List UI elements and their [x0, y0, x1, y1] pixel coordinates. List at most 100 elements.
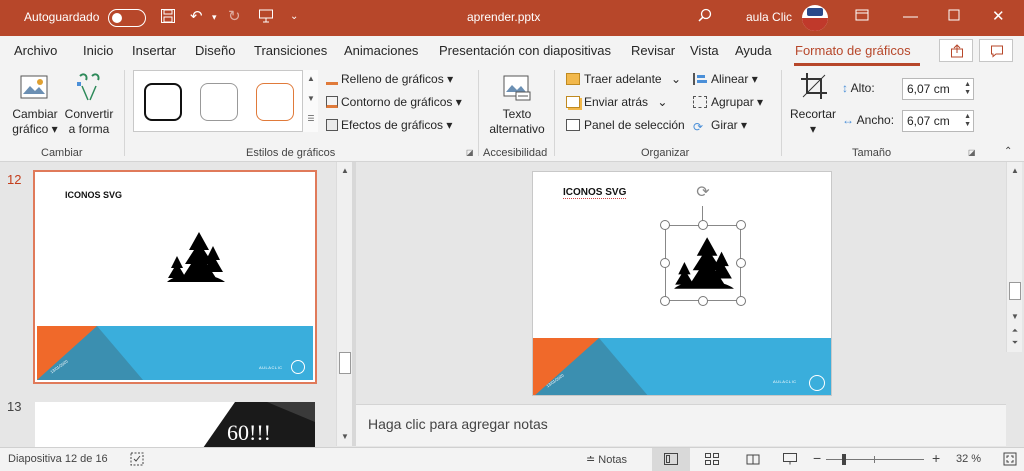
zoom-slider-thumb[interactable]	[842, 454, 846, 465]
undo-dropdown-icon[interactable]: ▾	[212, 8, 217, 26]
graphics-outline-button[interactable]: Contorno de gráficos ▾	[326, 95, 462, 110]
width-input[interactable]: 6,07 cm ▲ ▼	[902, 110, 974, 132]
styles-dialog-launcher-icon[interactable]: ◪	[466, 148, 474, 157]
style-option-black[interactable]	[144, 83, 182, 121]
rotate-handle-icon[interactable]: ⟳	[694, 184, 712, 202]
crop-button[interactable]: Recortar ▾	[789, 107, 837, 137]
present-icon[interactable]	[258, 8, 274, 29]
align-button[interactable]: Alinear ▾	[693, 72, 758, 87]
convert-to-shape-icon	[74, 70, 104, 105]
tab-formato-graficos[interactable]: Formato de gráficos	[795, 43, 911, 58]
style-option-gray[interactable]	[200, 83, 238, 121]
undo-icon[interactable]: ↶	[190, 8, 203, 26]
editor-scrollbar[interactable]: ▲ ▼ ⏶ ⏷	[1006, 162, 1022, 352]
gallery-more-icon[interactable]: ☰	[306, 114, 316, 124]
selected-graphic[interactable]	[665, 225, 741, 301]
height-input[interactable]: 6,07 cm ▲ ▼	[902, 78, 974, 100]
thumbnail-slide-13[interactable]: 60!!!	[35, 402, 315, 448]
resize-handle[interactable]	[660, 220, 670, 230]
zoom-slider[interactable]	[826, 459, 924, 460]
resize-handle[interactable]	[660, 296, 670, 306]
minimize-icon[interactable]: —	[903, 8, 918, 26]
resize-handle[interactable]	[698, 296, 708, 306]
previous-slide-icon[interactable]: ⏶	[1010, 326, 1020, 336]
editor-scroll-thumb[interactable]	[1009, 282, 1021, 300]
group-button[interactable]: Agrupar ▾	[693, 95, 763, 110]
gallery-up-icon[interactable]: ▲	[306, 74, 316, 84]
resize-handle[interactable]	[736, 220, 746, 230]
tab-transiciones[interactable]: Transiciones	[254, 43, 327, 58]
thumbnails-scrollbar[interactable]: ▲ ▼	[336, 162, 352, 446]
graphics-fill-button[interactable]: Relleno de gráficos ▾	[326, 72, 453, 87]
tab-presentacion[interactable]: Presentación con diapositivas	[439, 43, 611, 58]
convert-to-shape-button[interactable]: Convertir a forma	[64, 107, 114, 137]
change-graphic-button[interactable]: Cambiar gráfico ▾	[12, 107, 58, 137]
maximize-icon[interactable]	[948, 8, 960, 26]
scroll-down-icon[interactable]: ▼	[1010, 312, 1020, 322]
group-label-accesibilidad: Accesibilidad	[483, 147, 548, 159]
notes-placeholder[interactable]: Haga clic para agregar notas	[368, 416, 548, 432]
width-label-row: ↔ Ancho:	[842, 113, 894, 128]
zoom-out-button[interactable]: −	[813, 450, 821, 466]
height-spinner-icon[interactable]: ▲ ▼	[964, 81, 971, 97]
scroll-down-icon[interactable]: ▼	[340, 432, 350, 442]
thumbnail-number: 13	[7, 399, 22, 414]
gallery-down-icon[interactable]: ▼	[306, 94, 316, 104]
tab-animaciones[interactable]: Animaciones	[344, 43, 418, 58]
accessibility-check-icon[interactable]	[130, 452, 144, 469]
autosave-toggle[interactable]	[108, 9, 146, 27]
thumbnails-scroll-thumb[interactable]	[339, 352, 351, 374]
share-button[interactable]	[939, 39, 973, 62]
scroll-up-icon[interactable]: ▲	[340, 166, 350, 176]
scroll-up-icon[interactable]: ▲	[1010, 166, 1020, 176]
style-option-orange[interactable]	[256, 83, 294, 121]
alt-text-button[interactable]: Texto alternativo	[486, 107, 548, 137]
close-icon[interactable]: ✕	[992, 8, 1005, 26]
customize-toolbar-icon[interactable]: ⌄	[290, 8, 298, 26]
zoom-level[interactable]: 32 %	[956, 453, 981, 465]
search-icon[interactable]	[698, 8, 712, 27]
collapse-ribbon-icon[interactable]: ⌃	[1004, 146, 1012, 157]
width-spinner-icon[interactable]: ▲ ▼	[964, 113, 971, 129]
notes-pane[interactable]: Haga clic para agregar notas	[356, 404, 1006, 446]
comments-button[interactable]	[979, 39, 1013, 62]
slideshow-icon[interactable]	[783, 453, 797, 468]
tab-insertar[interactable]: Insertar	[132, 43, 176, 58]
selection-pane-button[interactable]: Panel de selección	[566, 118, 685, 133]
bring-forward-button[interactable]: Traer adelante ⌄	[566, 72, 681, 87]
resize-handle[interactable]	[698, 220, 708, 230]
tab-inicio[interactable]: Inicio	[83, 43, 113, 58]
resize-handle[interactable]	[736, 296, 746, 306]
normal-view-button[interactable]	[652, 448, 690, 471]
resize-handle[interactable]	[660, 258, 670, 268]
selection-pane-label: Panel de selección	[584, 118, 685, 132]
main-slide-title[interactable]: ICONOS SVG	[563, 187, 627, 199]
ribbon-display-options-icon[interactable]	[855, 8, 869, 27]
tab-ayuda[interactable]: Ayuda	[735, 43, 772, 58]
tab-diseno[interactable]: Diseño	[195, 43, 235, 58]
tab-vista[interactable]: Vista	[690, 43, 719, 58]
avatar[interactable]	[802, 5, 828, 31]
height-label-row: ↕ Alto:	[842, 81, 875, 96]
reading-view-icon[interactable]	[746, 453, 760, 468]
fit-to-window-icon[interactable]	[1003, 452, 1017, 469]
tab-revisar[interactable]: Revisar	[631, 43, 675, 58]
send-backward-button[interactable]: Enviar atrás ⌄	[566, 95, 667, 110]
tab-archivo[interactable]: Archivo	[14, 43, 57, 58]
thumbnail-slide-12[interactable]: ICONOS SVG 13/01/2020 AULACLIC	[33, 170, 317, 384]
notes-toggle-button[interactable]: ≐ Notas	[586, 453, 627, 466]
zoom-in-button[interactable]: +	[932, 450, 940, 466]
main-slide[interactable]: ICONOS SVG 13/01/2020 AULACLIC ⟳	[532, 171, 832, 396]
width-value: 6,07 cm	[907, 114, 950, 128]
resize-handle[interactable]	[736, 258, 746, 268]
outline-icon	[326, 96, 338, 108]
next-slide-icon[interactable]: ⏷	[1010, 338, 1020, 348]
redo-icon[interactable]: ↻	[228, 8, 241, 26]
save-icon[interactable]	[160, 8, 176, 29]
slide-counter: Diapositiva 12 de 16	[8, 453, 108, 465]
size-dialog-launcher-icon[interactable]: ◪	[968, 148, 976, 157]
graphics-effects-button[interactable]: Efectos de gráficos ▾	[326, 118, 452, 133]
slide-sorter-icon[interactable]	[705, 453, 719, 468]
normal-view-icon	[664, 453, 678, 465]
rotate-button[interactable]: ⟳ Girar ▾	[693, 118, 747, 133]
